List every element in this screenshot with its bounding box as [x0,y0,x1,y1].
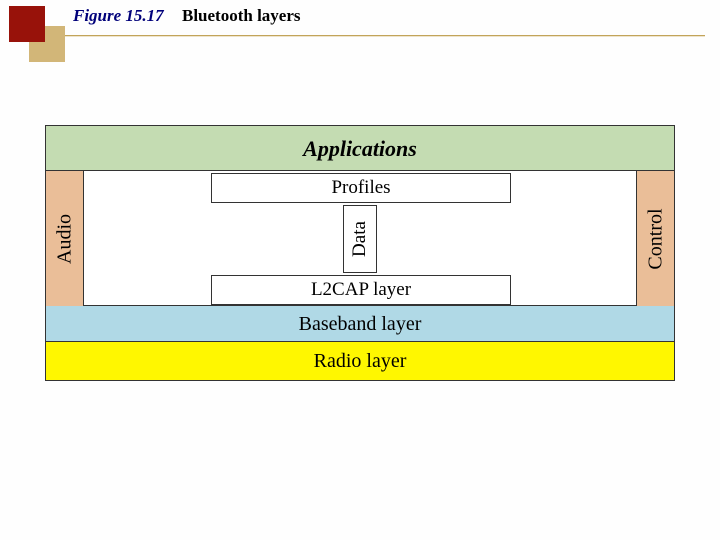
layer-baseband: Baseband layer [46,306,674,342]
figure-title: Bluetooth layers [182,6,301,26]
slide-header: Figure 15.17 Bluetooth layers [0,0,720,70]
control-label: Control [644,208,667,269]
layer-radio: Radio layer [46,342,674,380]
layer-data: Data [343,205,377,273]
layer-l2cap: L2CAP layer [211,275,511,305]
figure-number: Figure 15.17 [73,6,164,26]
bluetooth-layers-diagram: Applications Audio Control Profiles Data… [45,125,675,381]
layer-control: Control [636,171,674,306]
layer-profiles: Profiles [211,173,511,203]
layer-audio: Audio [46,171,84,306]
header-underline [65,35,705,36]
layer-applications: Applications [46,126,674,171]
middle-layers: Audio Control Profiles Data L2CAP layer [46,171,674,306]
decor-square-red [9,6,45,42]
audio-label: Audio [53,214,76,264]
data-label: Data [349,221,371,257]
